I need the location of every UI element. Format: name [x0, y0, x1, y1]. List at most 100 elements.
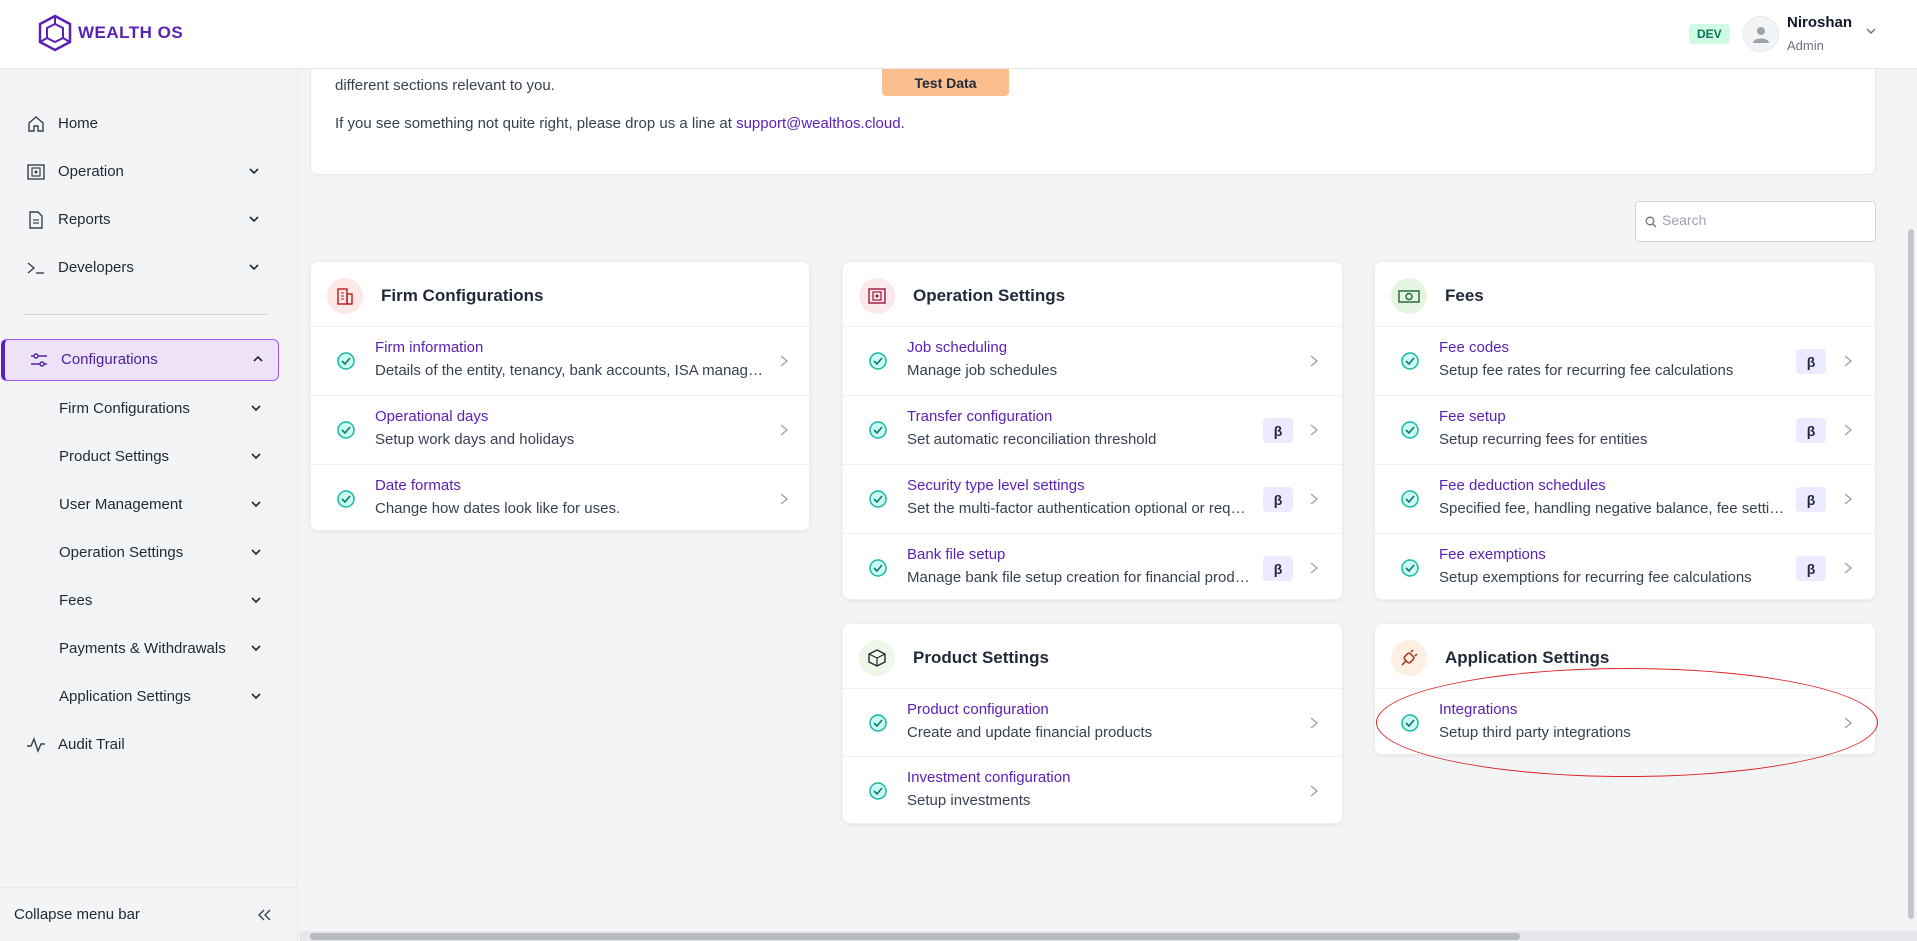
sliders-icon — [31, 353, 47, 367]
sidebar-item-label: Home — [58, 114, 99, 132]
sidebar-sub-operation-settings[interactable]: Operation Settings — [0, 532, 298, 572]
plug-icon — [1391, 640, 1427, 676]
beta-badge: β — [1796, 487, 1826, 512]
row-title: Date formats — [375, 477, 461, 494]
config-row-firm-information[interactable]: Firm information Details of the entity, … — [311, 327, 809, 396]
chevron-right-icon — [1844, 424, 1853, 436]
document-icon — [29, 211, 43, 229]
sidebar-item-label: Audit Trail — [58, 735, 125, 753]
chevron-right-icon — [780, 493, 789, 505]
sidebar-sub-application-settings[interactable]: Application Settings — [0, 676, 298, 716]
row-title: Transfer configuration — [907, 408, 1053, 425]
collapse-menu-bar[interactable]: Collapse menu bar — [0, 887, 298, 941]
config-row-product-configuration[interactable]: Product configuration Create and update … — [843, 689, 1342, 757]
chevron-down-icon — [249, 264, 259, 271]
logo-cube-icon — [38, 14, 72, 52]
beta-badge: β — [1263, 418, 1293, 443]
sidebar-divider — [24, 314, 268, 315]
user-name: Niroshan — [1787, 14, 1853, 31]
beta-badge: β — [1796, 349, 1826, 374]
row-title: Operational days — [375, 408, 489, 425]
support-email-link[interactable]: support@wealthos.cloud — [736, 115, 901, 132]
row-title: Fee exemptions — [1439, 546, 1546, 563]
card-title: Operation Settings — [913, 286, 1066, 305]
row-description: Change how dates look like for uses. — [375, 500, 621, 517]
check-circle-icon — [1401, 421, 1419, 439]
sidebar-item-operation[interactable]: Operation — [0, 151, 298, 191]
beta-badge: β — [1263, 556, 1293, 581]
logo-text: WEALTH OS — [78, 23, 184, 42]
config-row-investment-configuration[interactable]: Investment configuration Setup investmen… — [843, 757, 1342, 825]
card-product-settings: Product Settings Product configuration C… — [842, 623, 1343, 824]
card-title: Product Settings — [913, 648, 1050, 667]
card-title: Fees — [1445, 286, 1484, 305]
chevron-down-icon — [249, 216, 259, 223]
chevron-right-icon — [1310, 785, 1319, 797]
chevron-down-icon — [251, 405, 261, 412]
config-row-security-type-level-settings[interactable]: Security type level settings Set the mul… — [843, 465, 1342, 534]
config-row-fee-deduction-schedules[interactable]: Fee deduction schedules Specified fee, h… — [1375, 465, 1875, 534]
row-description: Setup investments — [907, 792, 1031, 809]
env-badge: DEV — [1689, 24, 1730, 44]
chevron-down-icon — [251, 645, 261, 652]
row-description: Setup work days and holidays — [375, 431, 575, 448]
beta-badge: β — [1796, 418, 1826, 443]
config-row-transfer-configuration[interactable]: Transfer configuration Set automatic rec… — [843, 396, 1342, 465]
horizontal-scrollbar-thumb[interactable] — [310, 933, 1520, 940]
chevron-right-icon — [780, 355, 789, 367]
check-circle-icon — [337, 421, 355, 439]
chevron-right-icon — [1310, 493, 1319, 505]
user-role: Admin — [1787, 38, 1824, 53]
info-contact-text: If you see something not quite right, pl… — [335, 115, 905, 132]
config-row-date-formats[interactable]: Date formats Change how dates look like … — [311, 465, 809, 534]
config-row-integrations[interactable]: Integrations Setup third party integrati… — [1375, 689, 1875, 755]
chevron-right-icon — [1310, 717, 1319, 729]
beta-badge: β — [1263, 487, 1293, 512]
card-header: Fees — [1375, 262, 1875, 327]
vertical-scrollbar-thumb[interactable] — [1908, 229, 1914, 919]
sidebar-sub-label: Firm Configurations — [59, 399, 190, 417]
check-circle-icon — [337, 352, 355, 370]
user-menu-chevron-icon[interactable] — [1865, 25, 1877, 37]
operation-icon — [859, 278, 895, 314]
sidebar-sub-user-management[interactable]: User Management — [0, 484, 298, 524]
sidebar-sub-product-settings[interactable]: Product Settings — [0, 436, 298, 476]
config-row-fee-exemptions[interactable]: Fee exemptions Setup exemptions for recu… — [1375, 534, 1875, 603]
sidebar-sub-fees[interactable]: Fees — [0, 580, 298, 620]
check-circle-icon — [869, 490, 887, 508]
activity-icon — [27, 737, 45, 753]
card-header: Application Settings — [1375, 624, 1875, 689]
sidebar-item-audit-trail[interactable]: Audit Trail — [0, 724, 298, 764]
chevron-right-icon — [1844, 493, 1853, 505]
row-description: Setup recurring fees for entities — [1439, 431, 1648, 448]
sidebar-item-configurations[interactable]: Configurations — [1, 339, 279, 381]
double-chevron-left-icon — [258, 909, 271, 921]
check-circle-icon — [869, 782, 887, 800]
sidebar-item-label: Operation — [58, 162, 124, 180]
config-row-operational-days[interactable]: Operational days Setup work days and hol… — [311, 396, 809, 465]
config-row-bank-file-setup[interactable]: Bank file setup Manage bank file setup c… — [843, 534, 1342, 603]
search-box[interactable] — [1635, 201, 1876, 242]
sidebar-item-home[interactable]: Home — [0, 103, 298, 143]
operation-icon — [27, 164, 45, 180]
building-icon — [327, 278, 363, 314]
horizontal-scrollbar[interactable] — [300, 931, 1917, 941]
sidebar-sub-firm-configurations[interactable]: Firm Configurations — [0, 388, 298, 428]
sidebar-item-developers[interactable]: Developers — [0, 247, 298, 287]
config-row-fee-codes[interactable]: Fee codes Setup fee rates for recurring … — [1375, 327, 1875, 396]
chevron-down-icon — [251, 597, 261, 604]
wealthos-logo[interactable]: WEALTH OS — [38, 14, 183, 52]
beta-badge: β — [1796, 556, 1826, 581]
card-header: Firm Configurations — [311, 262, 809, 327]
chevron-right-icon — [1310, 562, 1319, 574]
vertical-scrollbar[interactable] — [1905, 69, 1917, 931]
sidebar-item-reports[interactable]: Reports — [0, 199, 298, 239]
search-input[interactable] — [1662, 212, 1862, 228]
check-circle-icon — [869, 421, 887, 439]
config-row-job-scheduling[interactable]: Job scheduling Manage job schedules — [843, 327, 1342, 396]
sidebar-sub-payments-withdrawals[interactable]: Payments & Withdrawals — [0, 628, 298, 668]
card-title: Application Settings — [1445, 648, 1610, 667]
config-row-fee-setup[interactable]: Fee setup Setup recurring fees for entit… — [1375, 396, 1875, 465]
row-title: Security type level settings — [907, 477, 1085, 494]
user-avatar[interactable] — [1743, 16, 1779, 52]
